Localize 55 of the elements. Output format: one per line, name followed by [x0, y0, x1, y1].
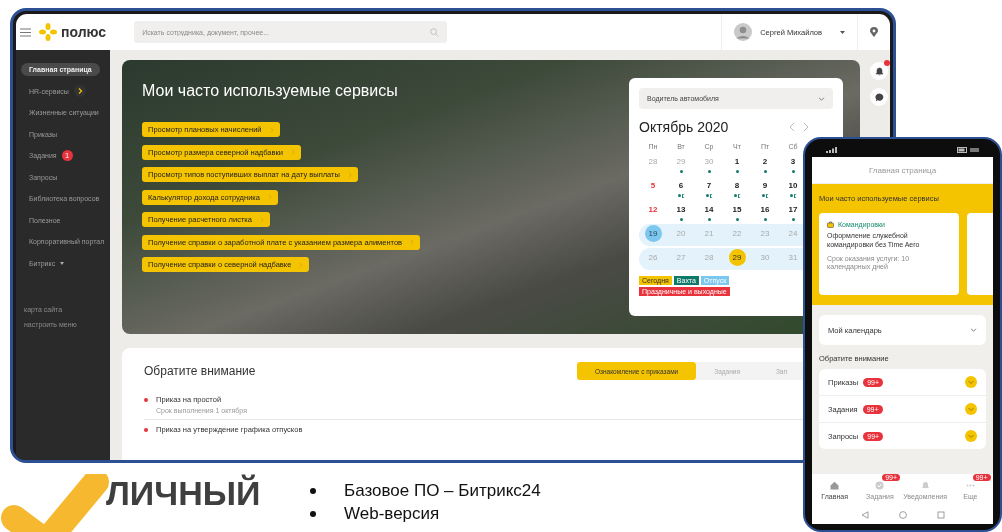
calendar-day[interactable]: 29 [728, 248, 746, 266]
calendar-day[interactable]: 9 [756, 176, 774, 194]
bell-icon [920, 480, 930, 490]
calendar-day[interactable]: 2 [756, 152, 774, 170]
chat-bubble-icon [874, 92, 884, 102]
caret-icon[interactable] [840, 30, 845, 34]
chat-button[interactable] [870, 88, 888, 106]
home-icon [830, 480, 840, 490]
flower-logo-icon [39, 23, 57, 41]
chevron-down-icon [970, 328, 977, 332]
back-icon[interactable] [860, 511, 869, 519]
calendar-day[interactable]: 10 [784, 176, 802, 194]
chevron-down-icon [818, 96, 825, 101]
calendar-day[interactable]: 19 [644, 224, 662, 242]
signal-icon [826, 147, 840, 153]
notifications-button[interactable] [870, 62, 888, 80]
suitcase-icon [827, 221, 834, 228]
bullet-icon [310, 487, 316, 494]
calendar-day[interactable]: 15 [728, 200, 746, 218]
logo-text: полюс [61, 24, 107, 40]
bullet-text: Базовое ПО – Битрикс24 [344, 480, 541, 501]
calendar-day[interactable]: 1 [728, 152, 746, 170]
caret-icon [60, 261, 65, 265]
calendar-day[interactable]: 8 [728, 176, 746, 194]
search-icon [430, 27, 440, 37]
calendar-day[interactable]: 12 [644, 200, 662, 218]
banner-title: Мои часто используемые сервисы [142, 82, 398, 100]
check-circle-icon [875, 480, 885, 490]
logo-text: ЛИЧНЫЙ [106, 476, 261, 510]
expand-icon[interactable] [965, 430, 977, 442]
calendar-day[interactable]: 6 [672, 176, 690, 194]
calendar-day[interactable]: 17 [784, 200, 802, 218]
battery-icon [957, 147, 979, 153]
bullet-dot-icon [144, 398, 148, 402]
avatar-icon [734, 23, 753, 41]
chevron-icon [73, 85, 86, 98]
bullet-text: Web-версия [344, 503, 440, 524]
calendar-day[interactable]: 3 [784, 152, 802, 170]
bullet-icon [310, 510, 316, 517]
bell-icon [874, 66, 884, 76]
calendar-day[interactable]: 5 [644, 176, 662, 194]
menu-icon[interactable] [20, 27, 31, 37]
home-circle-icon[interactable] [898, 511, 907, 519]
section-title: Обратите внимание [144, 364, 256, 378]
recent-apps-icon[interactable] [936, 511, 945, 519]
location-pin-icon[interactable] [870, 27, 878, 37]
bullet-dot-icon [144, 428, 148, 432]
calendar-day[interactable]: 14 [700, 200, 718, 218]
expand-icon[interactable] [965, 403, 977, 415]
screen-title: Главная страница [868, 165, 937, 175]
expand-icon[interactable] [965, 376, 977, 388]
calendar-day[interactable]: 7 [700, 176, 718, 194]
calendar-day[interactable]: 16 [756, 200, 774, 218]
month-title: Октябрь 2020 [639, 119, 730, 135]
calendar-day[interactable]: 13 [672, 200, 690, 218]
